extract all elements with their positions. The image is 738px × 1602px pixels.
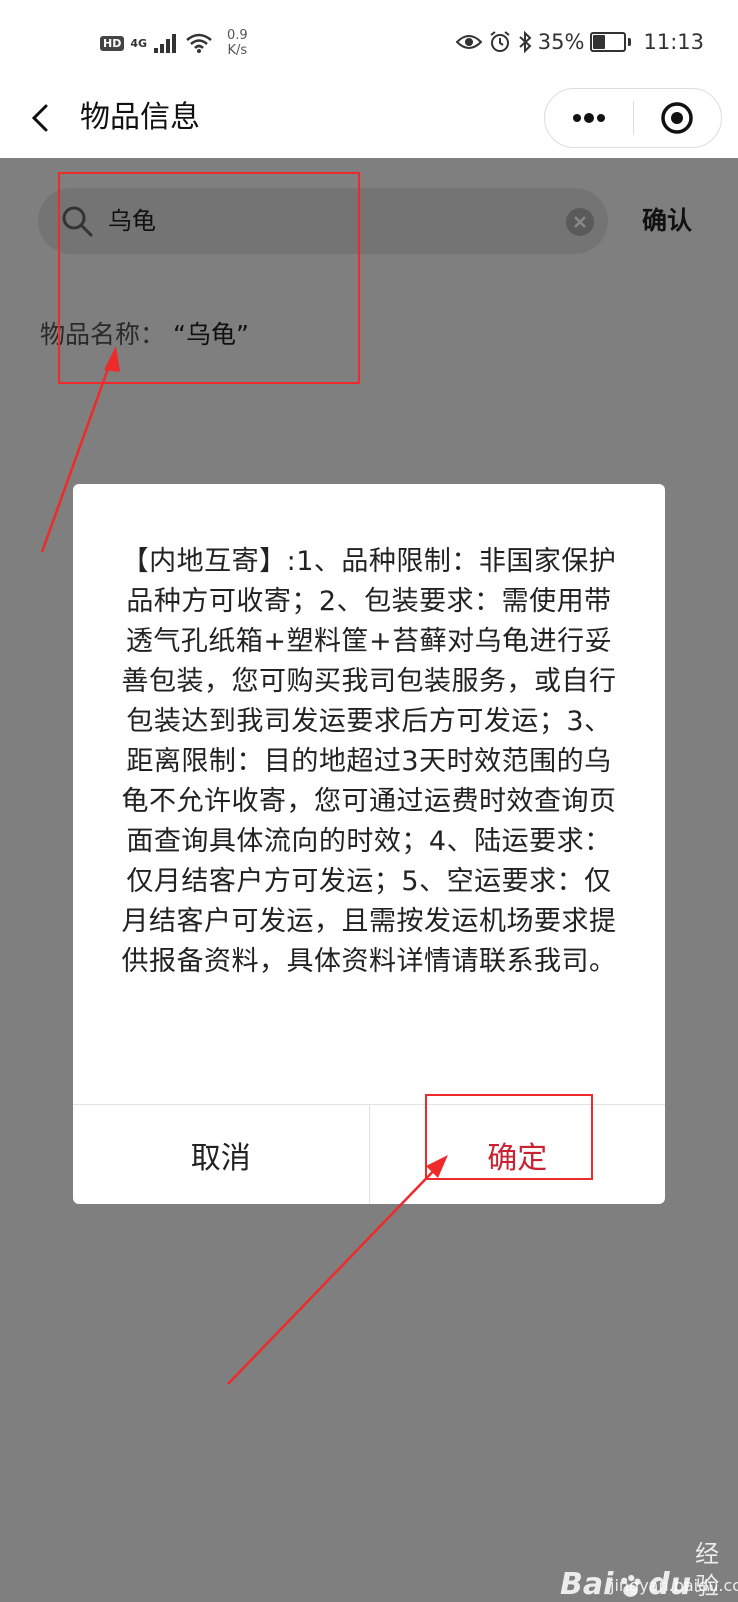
page-title: 物品信息 (80, 100, 200, 135)
annotation-arrows (40, 346, 448, 1385)
annotation-arrow-top (40, 351, 116, 553)
more-dots-icon (572, 113, 605, 123)
battery-percent: 35% (537, 30, 585, 54)
mini-program-capsule (544, 88, 722, 148)
battery-icon (590, 32, 627, 52)
battery-tip (628, 38, 632, 46)
status-left: HD 4G 0.9 K/s (100, 28, 248, 58)
wifi-icon (186, 33, 212, 53)
more-button[interactable] (545, 89, 633, 147)
speed-value: 0.9 (227, 28, 248, 43)
nav-header: 物品信息 (0, 80, 738, 158)
battery-level (593, 35, 605, 49)
network-type: 4G (130, 36, 148, 50)
hd-badge: HD (100, 35, 125, 51)
watermark-url: jingyan.baidu.com (610, 1576, 738, 1595)
chevron-left-icon[interactable] (22, 98, 62, 138)
watermark-logo: Bai (560, 1567, 614, 1602)
network-speed: 0.9 K/s (227, 28, 248, 58)
speed-unit: K/s (227, 43, 248, 58)
target-circle-icon (661, 102, 693, 134)
signal-icon (154, 34, 177, 53)
alarm-icon (490, 31, 510, 52)
close-button[interactable] (634, 89, 722, 147)
bluetooth-icon (519, 30, 532, 54)
annotation-arrowhead-top (104, 346, 120, 372)
status-bar: HD 4G 0.9 K/s 35% 11:13 (0, 0, 738, 80)
annotation-arrow-bottom (227, 1159, 445, 1385)
eye-icon (455, 35, 482, 49)
status-right: 35% 11:13 (455, 30, 704, 54)
clock: 11:13 (643, 30, 704, 54)
